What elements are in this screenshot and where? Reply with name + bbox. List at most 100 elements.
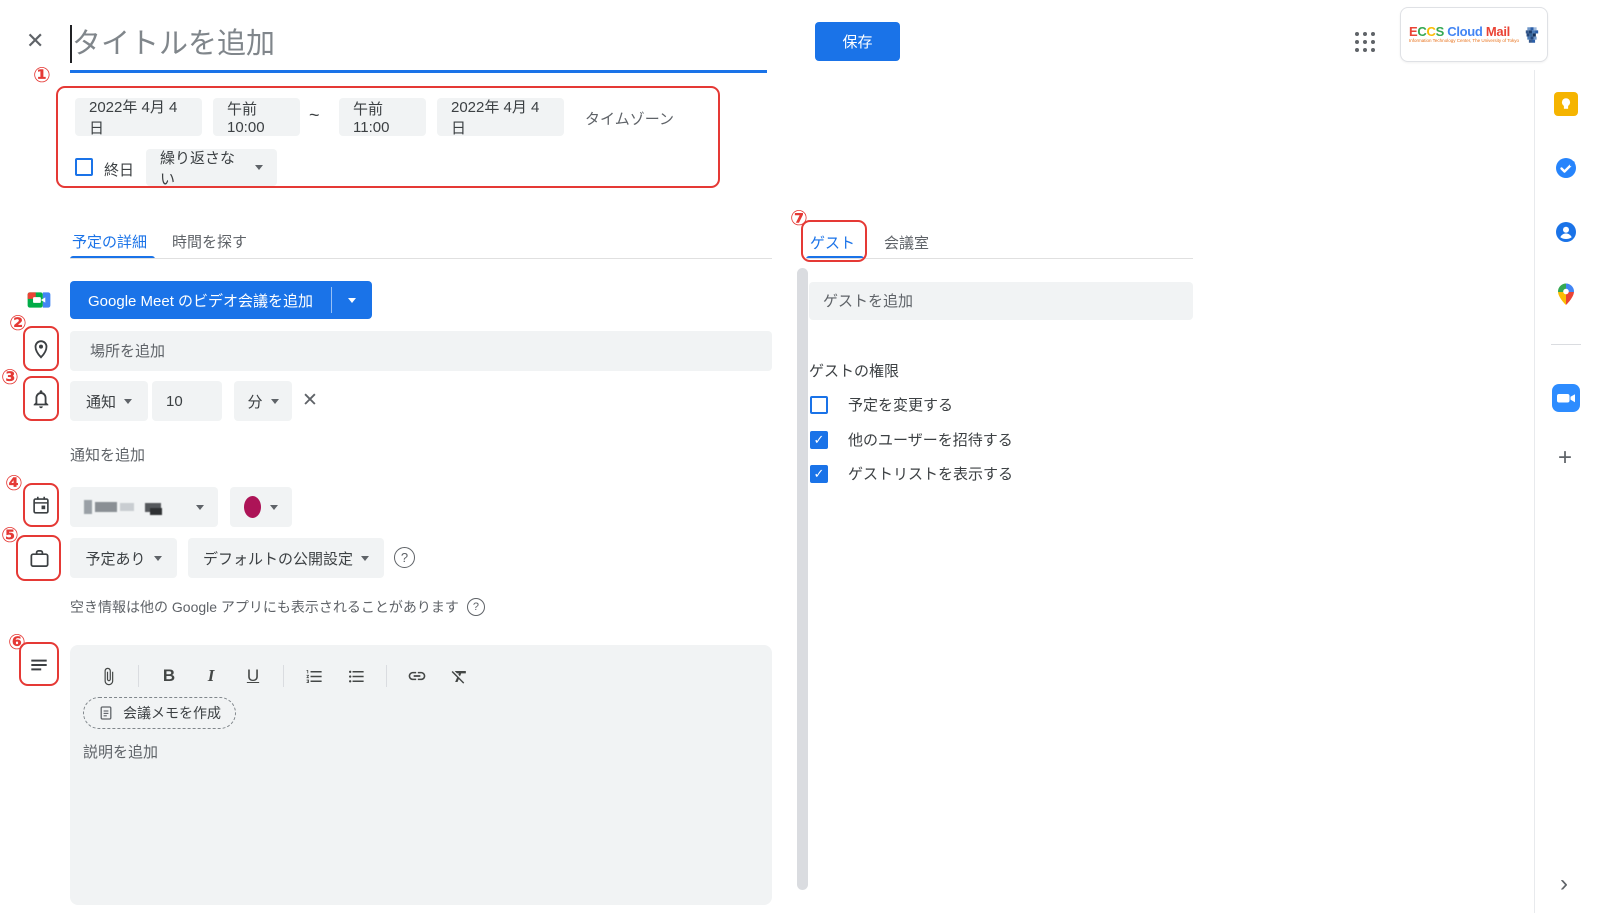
permission-label: 他のユーザーを招待する	[848, 429, 1013, 450]
calendar-icon	[29, 493, 53, 517]
account-logo-card[interactable]: ECCS Cloud Mail Information Technology C…	[1400, 7, 1548, 62]
start-time-chip[interactable]: 午前10:00	[213, 98, 300, 136]
notification-type-dropdown[interactable]: 通知	[70, 381, 148, 421]
tab-find-time[interactable]: 時間を探す	[172, 231, 247, 252]
annotation-6-badge: ⑥	[8, 630, 26, 654]
companion-sidebar	[1534, 70, 1600, 913]
add-guests-input[interactable]	[809, 282, 1193, 320]
permission-label: 予定を変更する	[848, 394, 953, 415]
close-icon[interactable]: ✕	[26, 28, 44, 54]
zoom-addon-icon[interactable]	[1552, 384, 1580, 417]
clear-formatting-icon[interactable]	[443, 660, 475, 692]
annotation-3-badge: ③	[1, 365, 19, 389]
event-title-input[interactable]	[72, 20, 712, 68]
numbered-list-icon[interactable]	[298, 660, 330, 692]
timezone-link[interactable]: タイムゾーン	[585, 108, 674, 129]
notification-bell-icon	[29, 387, 53, 411]
location-pin-icon	[29, 336, 53, 360]
avatar	[1525, 13, 1539, 57]
annotation-7-badge: ⑦	[790, 206, 808, 230]
notification-minutes-input[interactable]	[152, 381, 222, 421]
description-editor[interactable]: B I U 会議メモを作成	[70, 645, 772, 905]
google-tasks-icon[interactable]	[1554, 156, 1578, 185]
modify-event-checkbox[interactable]	[810, 396, 828, 414]
tabs-divider	[70, 258, 772, 259]
google-contacts-icon[interactable]	[1554, 220, 1578, 249]
sidebar-divider	[1551, 344, 1581, 345]
eccs-logo: ECCS Cloud Mail Information Technology C…	[1409, 25, 1519, 43]
add-meet-button[interactable]: Google Meet のビデオ会議を追加	[70, 281, 372, 319]
meeting-notes-label: 会議メモを作成	[123, 703, 221, 723]
logo-subtitle: Information Technology Center, The Unive…	[1409, 39, 1519, 44]
see-guest-list-checkbox[interactable]: ✓	[810, 465, 828, 483]
grid-dots	[1355, 32, 1375, 52]
annotation-5-badge: ⑤	[1, 523, 19, 547]
permission-row-invite: ✓ 他のユーザーを招待する	[810, 429, 1013, 450]
event-color-dropdown[interactable]	[230, 487, 292, 527]
title-underline	[70, 70, 767, 73]
get-addons-icon[interactable]: +	[1558, 446, 1572, 470]
visibility-help-icon[interactable]: ?	[394, 547, 415, 568]
hide-side-panel-icon[interactable]: ›	[1560, 872, 1568, 896]
text-caret	[70, 25, 72, 63]
calendar-select-dropdown[interactable]	[70, 487, 218, 527]
busy-status-dropdown[interactable]: 予定あり	[70, 538, 177, 578]
checkbox-unchecked[interactable]	[75, 158, 93, 176]
briefcase-icon	[27, 546, 51, 570]
end-time-chip[interactable]: 午前11:00	[339, 98, 426, 136]
toolbar-divider	[386, 665, 387, 687]
permission-label: ゲストリストを表示する	[848, 463, 1013, 484]
description-placeholder[interactable]: 説明を追加	[83, 741, 158, 762]
bulleted-list-icon[interactable]	[340, 660, 372, 692]
add-notification-link[interactable]: 通知を追加	[70, 444, 145, 465]
availability-help-icon[interactable]: ?	[467, 598, 485, 616]
end-date-chip[interactable]: 2022年 4月 4日	[437, 98, 564, 136]
chevron-down-icon	[270, 505, 278, 510]
tab-rooms[interactable]: 会議室	[884, 232, 929, 253]
tab-event-details[interactable]: 予定の詳細	[72, 231, 147, 252]
annotation-1-badge: ①	[33, 63, 51, 87]
visibility-dropdown[interactable]: デフォルトの公開設定	[188, 538, 384, 578]
chevron-down-icon	[271, 399, 279, 404]
google-apps-grid-icon[interactable]	[1346, 23, 1384, 61]
invite-others-checkbox[interactable]: ✓	[810, 431, 828, 449]
meet-options-dropdown[interactable]	[332, 281, 372, 319]
google-meet-icon	[26, 287, 52, 313]
availability-note: 空き情報は他の Google アプリにも表示されることがあります	[70, 597, 459, 617]
location-input[interactable]	[70, 331, 772, 371]
attach-file-icon[interactable]	[92, 660, 124, 692]
vertical-scrollbar[interactable]	[797, 268, 808, 890]
guests-tabs-divider	[806, 258, 1193, 259]
save-button[interactable]: 保存	[815, 22, 900, 61]
insert-link-icon[interactable]	[401, 660, 433, 692]
chevron-down-icon	[348, 298, 356, 303]
google-maps-icon[interactable]	[1553, 282, 1579, 313]
guest-permissions-title: ゲストの権限	[809, 360, 899, 381]
recurrence-dropdown[interactable]: 繰り返さない	[146, 149, 277, 186]
start-date-chip[interactable]: 2022年 4月 4日	[75, 98, 202, 136]
permission-row-modify: 予定を変更する	[810, 394, 953, 415]
chevron-down-icon	[196, 505, 204, 510]
event-editor-window: ✕ 保存 ECCS Cloud Mail Information Technol…	[0, 0, 1600, 913]
permission-row-see-guest-list: ✓ ゲストリストを表示する	[810, 463, 1013, 484]
chevron-down-icon	[154, 556, 162, 561]
tab-guests[interactable]: ゲスト	[810, 232, 855, 253]
all-day-label: 終日	[104, 159, 134, 180]
description-icon	[27, 653, 51, 677]
all-day-checkbox[interactable]	[75, 158, 93, 176]
formatting-toolbar: B I U	[92, 655, 475, 697]
toolbar-divider	[138, 665, 139, 687]
redacted-calendar-name	[84, 500, 162, 515]
underline-button[interactable]: U	[237, 660, 269, 692]
italic-button[interactable]: I	[195, 660, 227, 692]
chevron-down-icon	[124, 399, 132, 404]
remove-notification-icon[interactable]: ✕	[302, 389, 318, 412]
create-meeting-notes-button[interactable]: 会議メモを作成	[83, 697, 236, 729]
bold-button[interactable]: B	[153, 660, 185, 692]
annotation-4-badge: ④	[5, 471, 23, 495]
annotation-2-badge: ②	[9, 311, 27, 335]
time-range-separator: ~	[309, 105, 320, 126]
google-keep-icon[interactable]	[1554, 92, 1578, 121]
add-meet-label[interactable]: Google Meet のビデオ会議を追加	[70, 281, 331, 319]
notification-unit-dropdown[interactable]: 分	[234, 381, 292, 421]
